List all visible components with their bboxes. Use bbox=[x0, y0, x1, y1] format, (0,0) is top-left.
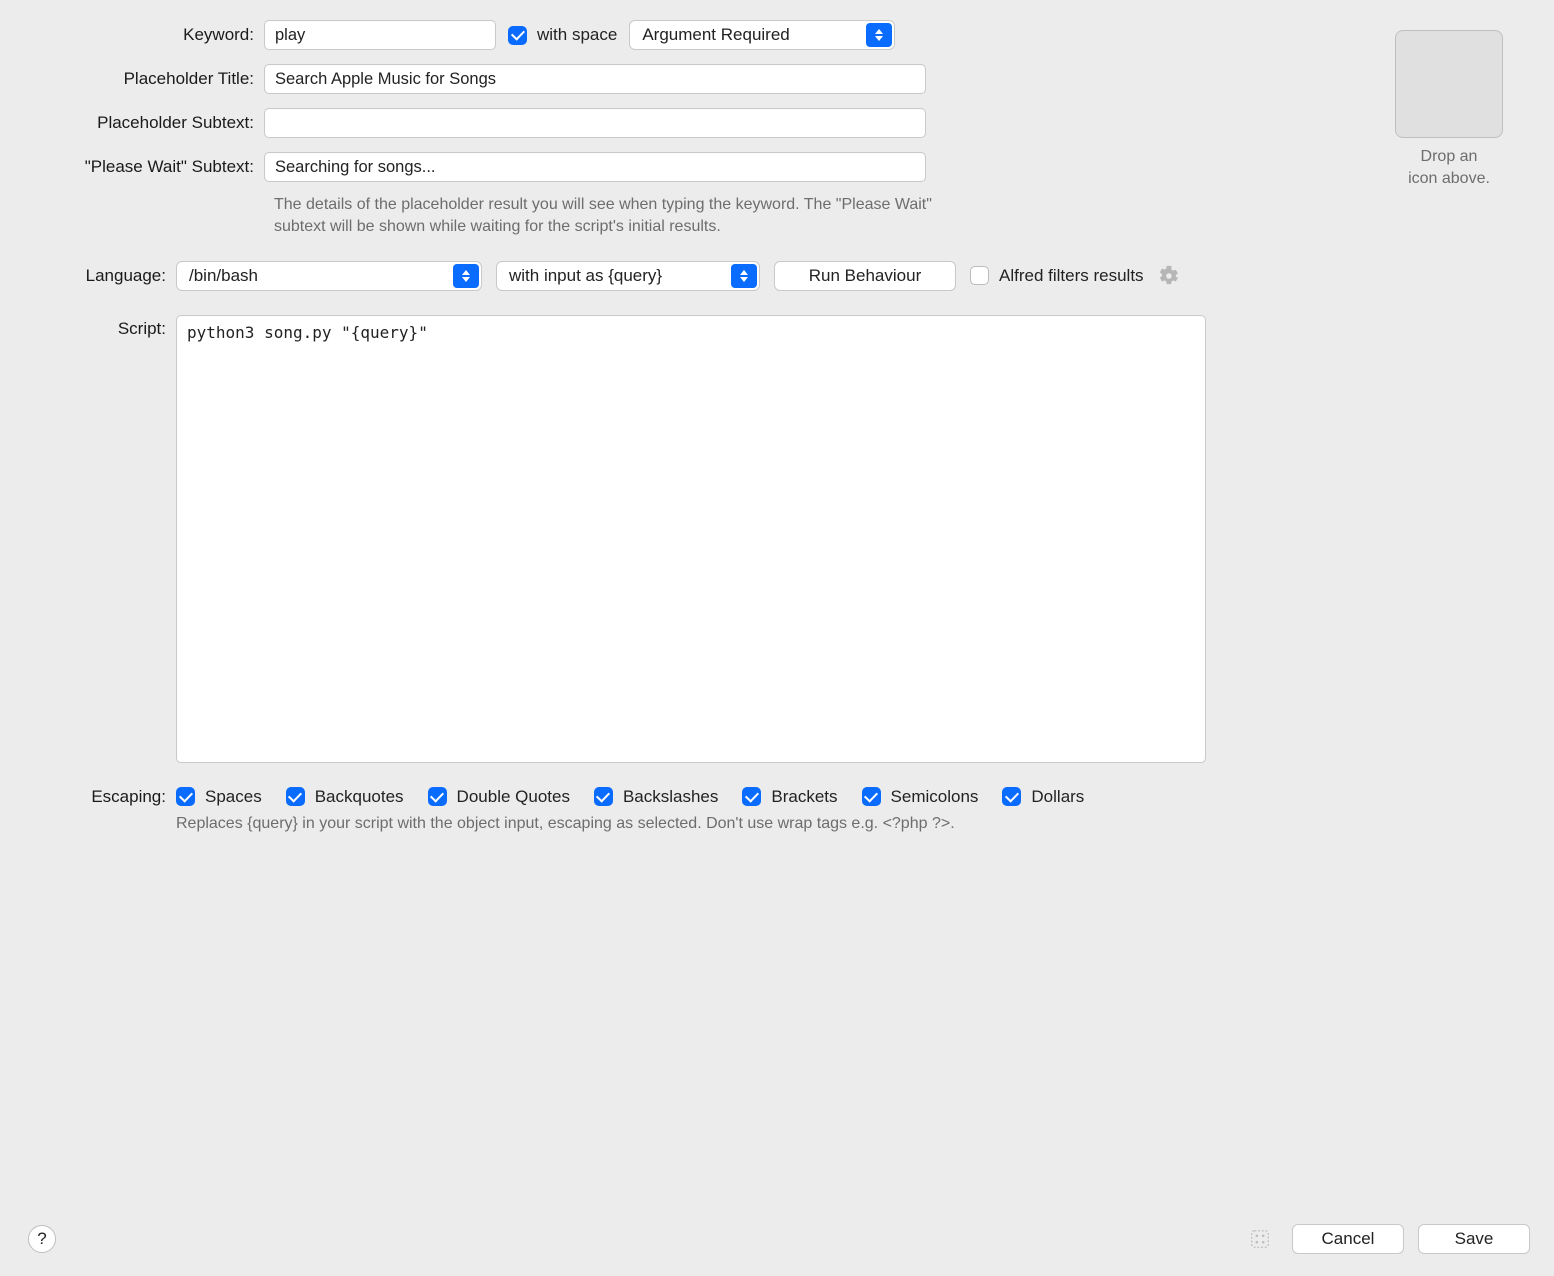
input-mode-value: with input as {query} bbox=[509, 266, 662, 286]
please-wait-label: "Please Wait" Subtext: bbox=[24, 157, 264, 177]
placeholder-subtext-label: Placeholder Subtext: bbox=[24, 113, 264, 133]
escaping-double_quotes-label: Double Quotes bbox=[457, 787, 570, 807]
script-textarea[interactable] bbox=[176, 315, 1206, 763]
argument-mode-select[interactable]: Argument Required bbox=[629, 20, 895, 50]
with-space-label: with space bbox=[537, 25, 617, 45]
escaping-dollars-label: Dollars bbox=[1031, 787, 1084, 807]
placeholder-subtext-input[interactable] bbox=[264, 108, 926, 138]
escaping-backquotes-label: Backquotes bbox=[315, 787, 404, 807]
please-wait-input[interactable] bbox=[264, 152, 926, 182]
chevron-updown-icon bbox=[731, 264, 757, 288]
escaping-brackets-label: Brackets bbox=[771, 787, 837, 807]
debug-grid-icon[interactable] bbox=[1246, 1225, 1274, 1253]
escaping-backquotes-checkbox[interactable] bbox=[286, 787, 305, 806]
escaping-spaces-label: Spaces bbox=[205, 787, 262, 807]
language-value: /bin/bash bbox=[189, 266, 258, 286]
with-space-checkbox[interactable] bbox=[508, 26, 527, 45]
placeholder-title-label: Placeholder Title: bbox=[24, 69, 264, 89]
escaping-spaces-checkbox[interactable] bbox=[176, 787, 195, 806]
escaping-backslashes-label: Backslashes bbox=[623, 787, 718, 807]
help-button[interactable]: ? bbox=[28, 1225, 56, 1253]
run-behaviour-button[interactable]: Run Behaviour bbox=[774, 261, 956, 291]
input-mode-select[interactable]: with input as {query} bbox=[496, 261, 760, 291]
escaping-semicolons-checkbox[interactable] bbox=[862, 787, 881, 806]
alfred-filters-label: Alfred filters results bbox=[999, 266, 1144, 286]
script-label: Script: bbox=[24, 315, 176, 339]
escaping-dollars-checkbox[interactable] bbox=[1002, 787, 1021, 806]
cancel-button[interactable]: Cancel bbox=[1292, 1224, 1404, 1254]
icon-drop-well[interactable] bbox=[1395, 30, 1503, 138]
escaping-semicolons-label: Semicolons bbox=[891, 787, 979, 807]
placeholder-help-text: The details of the placeholder result yo… bbox=[274, 194, 934, 239]
escaping-help-text: Replaces {query} in your script with the… bbox=[176, 815, 1530, 833]
language-select[interactable]: /bin/bash bbox=[176, 261, 482, 291]
chevron-updown-icon bbox=[866, 23, 892, 47]
escaping-double_quotes-checkbox[interactable] bbox=[428, 787, 447, 806]
keyword-label: Keyword: bbox=[24, 25, 264, 45]
argument-mode-value: Argument Required bbox=[642, 25, 789, 45]
chevron-updown-icon bbox=[453, 264, 479, 288]
icon-drop-caption: Drop anicon above. bbox=[1374, 146, 1524, 189]
gear-icon[interactable] bbox=[1158, 265, 1180, 287]
keyword-input[interactable] bbox=[264, 20, 496, 50]
language-label: Language: bbox=[24, 266, 176, 286]
placeholder-title-input[interactable] bbox=[264, 64, 926, 94]
escaping-brackets-checkbox[interactable] bbox=[742, 787, 761, 806]
escaping-backslashes-checkbox[interactable] bbox=[594, 787, 613, 806]
escaping-label: Escaping: bbox=[24, 787, 176, 807]
save-button[interactable]: Save bbox=[1418, 1224, 1530, 1254]
alfred-filters-checkbox[interactable] bbox=[970, 266, 989, 285]
